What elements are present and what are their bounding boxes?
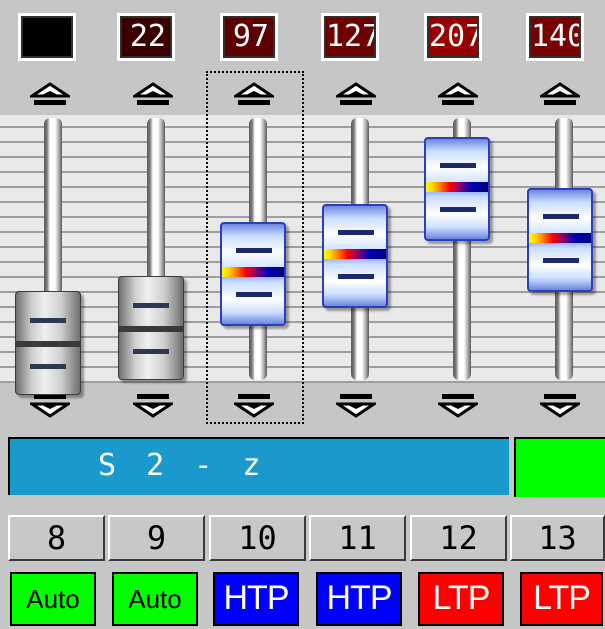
mode-button-8[interactable]: Auto <box>10 572 96 626</box>
knob-grip-line <box>30 318 66 323</box>
value-text-10: 97 <box>223 16 275 58</box>
value-readout-12: 207 <box>424 13 482 61</box>
knob-grip-line <box>440 207 476 212</box>
knob-grip-line <box>338 230 374 235</box>
channel-number-8[interactable]: 8 <box>8 515 105 561</box>
selected-channel-focus <box>206 71 304 424</box>
knob-color-band <box>324 249 386 259</box>
knob-grip-line <box>30 364 66 369</box>
fader-knob-11[interactable] <box>322 204 388 308</box>
knob-divider <box>16 341 80 347</box>
value-text-11: 127 <box>324 16 376 58</box>
value-text-13: 140 <box>529 16 581 58</box>
fader-down-arrow-icon[interactable] <box>133 390 173 418</box>
knob-divider <box>119 326 183 332</box>
mode-button-11[interactable]: HTP <box>316 572 402 626</box>
fader-up-arrow-icon[interactable] <box>336 82 376 110</box>
fader-down-arrow-icon[interactable] <box>438 390 478 418</box>
channel-number-13[interactable]: 13 <box>510 515 605 561</box>
knob-grip-line <box>543 258 579 263</box>
mode-button-10[interactable]: HTP <box>213 572 299 626</box>
fader-up-arrow-icon[interactable] <box>133 82 173 110</box>
fader-up-arrow-icon[interactable] <box>30 82 70 110</box>
mode-button-9[interactable]: Auto <box>112 572 198 626</box>
knob-grip-line <box>543 214 579 219</box>
channel-number-12[interactable]: 12 <box>410 515 507 561</box>
fader-down-arrow-icon[interactable] <box>336 390 376 418</box>
fader-up-arrow-icon[interactable] <box>540 82 580 110</box>
knob-color-band <box>529 233 591 243</box>
value-text-12: 207 <box>427 16 479 58</box>
channel-number-9[interactable]: 9 <box>108 515 205 561</box>
mode-button-12[interactable]: LTP <box>418 572 504 626</box>
knob-grip-line <box>133 349 169 354</box>
value-readout-11: 127 <box>321 13 379 61</box>
value-readout-13: 140 <box>526 13 584 61</box>
value-readout-9: 22 <box>117 13 175 61</box>
value-readout-10: 97 <box>220 13 278 61</box>
scene-name-field[interactable]: S 2 - z <box>8 437 509 495</box>
status-indicator[interactable] <box>514 437 605 497</box>
fader-knob-9[interactable] <box>118 276 184 380</box>
knob-grip-line <box>338 274 374 279</box>
value-text-9: 22 <box>120 16 172 58</box>
fader-panel: 22 97 127 207 140 S 2 - z 8 9 10 11 12 1… <box>0 0 605 629</box>
fader-knob-13[interactable] <box>527 188 593 292</box>
fader-knob-8[interactable] <box>15 291 81 395</box>
fader-up-arrow-icon[interactable] <box>438 82 478 110</box>
fader-down-arrow-icon[interactable] <box>540 390 580 418</box>
channel-number-11[interactable]: 11 <box>309 515 406 561</box>
channel-number-10[interactable]: 10 <box>209 515 306 561</box>
knob-grip-line <box>133 303 169 308</box>
fader-knob-12[interactable] <box>424 137 490 241</box>
value-text-8 <box>21 16 73 58</box>
mode-button-13[interactable]: LTP <box>520 572 603 626</box>
value-readout-8 <box>18 13 76 61</box>
knob-color-band <box>426 182 488 192</box>
knob-grip-line <box>440 163 476 168</box>
